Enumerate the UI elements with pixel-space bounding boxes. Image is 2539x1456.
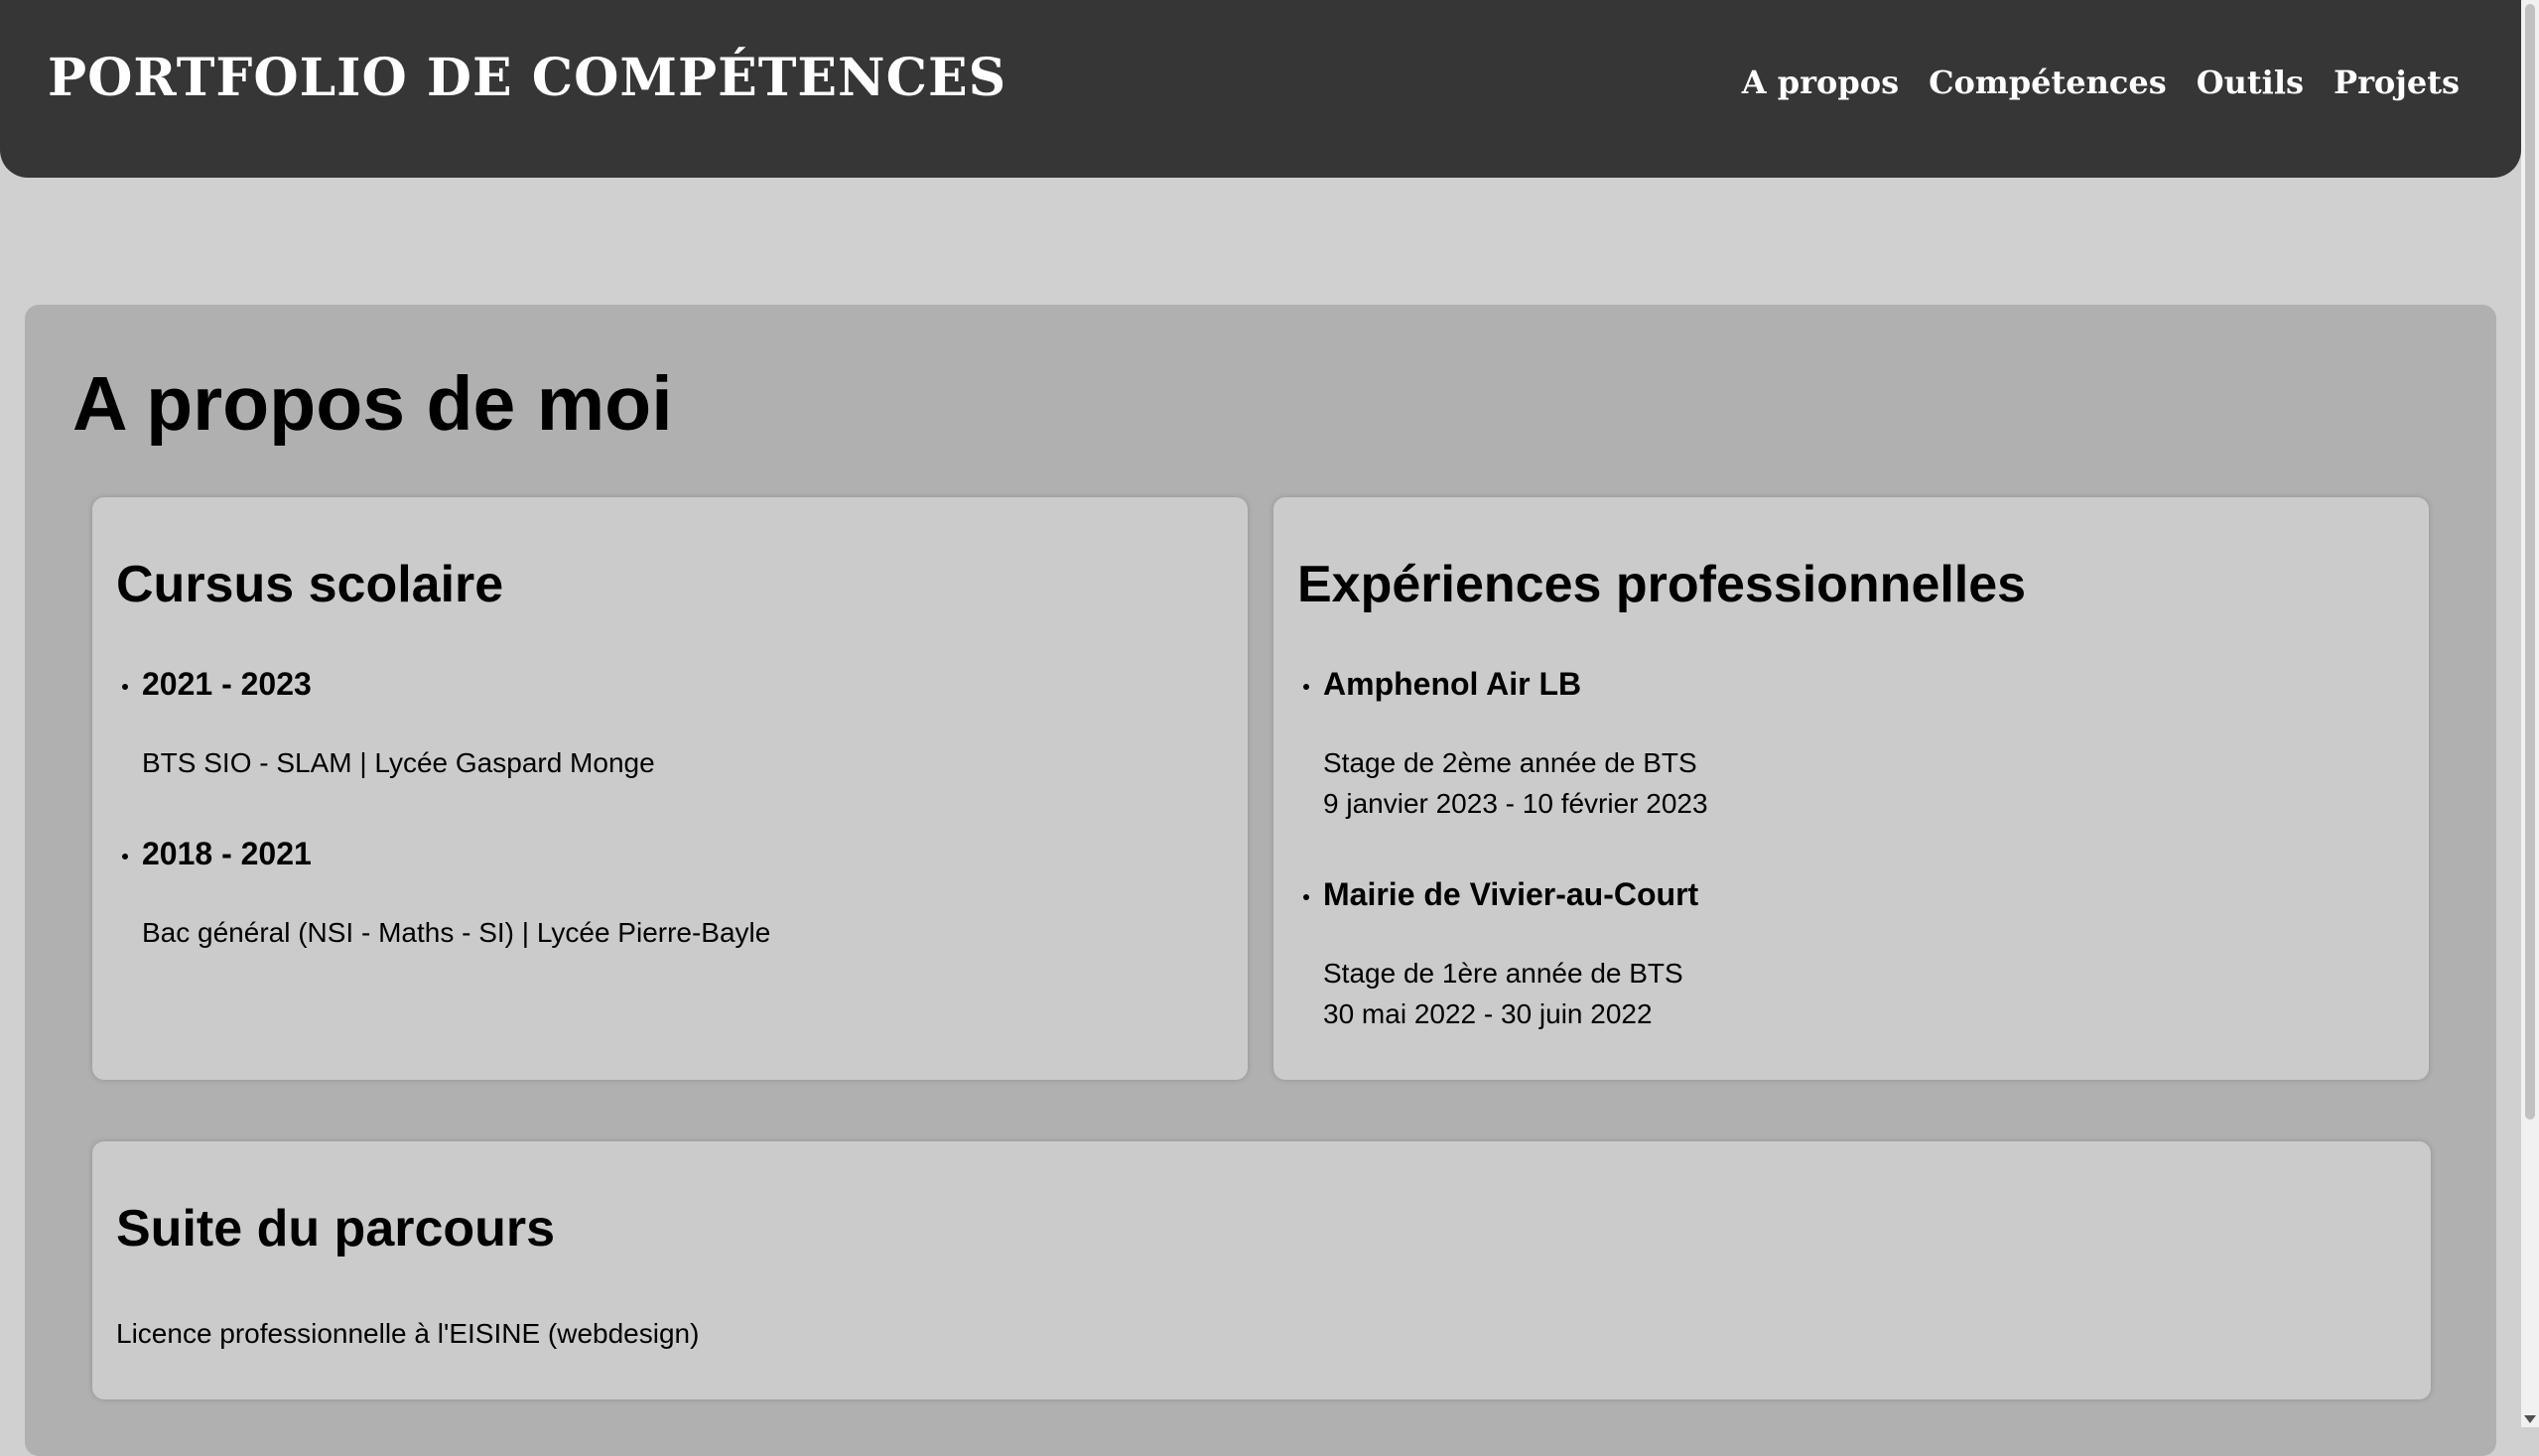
- education-detail: Bac général (NSI - Maths - SI) | Lycée P…: [142, 917, 771, 948]
- site-header: PORTFOLIO DE COMPÉTENCES A propos Compét…: [0, 0, 2521, 178]
- experience-card: Expériences professionnelles Amphenol Ai…: [1273, 497, 2429, 1080]
- experience-role: Stage de 1ère année de BTS: [1323, 958, 1683, 989]
- nav-link-a-propos[interactable]: A propos: [1742, 64, 1899, 101]
- education-years: 2018 - 2021: [142, 836, 312, 871]
- nav-link-outils[interactable]: Outils: [2197, 64, 2304, 101]
- education-card: Cursus scolaire 2021 - 2023 BTS SIO - SL…: [92, 497, 1248, 1080]
- scrollbar-thumb[interactable]: [2525, 4, 2535, 1120]
- education-years-heading: 2021 - 2023: [122, 666, 655, 703]
- education-detail: BTS SIO - SLAM | Lycée Gaspard Monge: [142, 747, 655, 778]
- experience-entry: Mairie de Vivier-au-Court Stage de 1ère …: [1303, 876, 1699, 1034]
- next-steps-title: Suite du parcours: [116, 1200, 556, 1257]
- education-entry: 2018 - 2021 Bac général (NSI - Maths - S…: [122, 836, 771, 953]
- experience-dates: 9 janvier 2023 - 10 février 2023: [1323, 788, 1708, 819]
- education-years-heading: 2018 - 2021: [122, 836, 770, 872]
- experience-entry: Amphenol Air LB Stage de 2ème année de B…: [1303, 666, 1708, 824]
- bullet-icon: [1303, 684, 1309, 690]
- education-entry: 2021 - 2023 BTS SIO - SLAM | Lycée Gaspa…: [122, 666, 655, 783]
- next-steps-card: Suite du parcours Licence professionnell…: [92, 1141, 2431, 1399]
- bullet-icon: [122, 684, 128, 690]
- next-steps-text: Licence professionnelle à l'EISINE (webd…: [116, 1318, 700, 1349]
- experience-company-heading: Amphenol Air LB: [1303, 666, 1708, 703]
- bullet-icon: [1303, 894, 1309, 900]
- experience-dates: 30 mai 2022 - 30 juin 2022: [1323, 998, 1653, 1029]
- vertical-scrollbar[interactable]: [2521, 0, 2539, 1427]
- experience-title: Expériences professionnelles: [1297, 556, 2027, 613]
- experience-company: Mairie de Vivier-au-Court: [1323, 876, 1699, 912]
- education-title: Cursus scolaire: [116, 556, 504, 613]
- scroll-down-arrow-icon[interactable]: [2524, 1415, 2536, 1423]
- nav-link-projets[interactable]: Projets: [2334, 64, 2460, 101]
- bullet-icon: [122, 854, 128, 860]
- experience-company: Amphenol Air LB: [1323, 666, 1582, 702]
- experience-role: Stage de 2ème année de BTS: [1323, 747, 1697, 778]
- about-section: A propos de moi Cursus scolaire 2021 - 2…: [25, 305, 2496, 1456]
- site-title: PORTFOLIO DE COMPÉTENCES: [48, 48, 1007, 108]
- experience-company-heading: Mairie de Vivier-au-Court: [1303, 876, 1699, 913]
- main-nav: A propos Compétences Outils Projets: [1742, 64, 2460, 101]
- education-years: 2021 - 2023: [142, 666, 312, 702]
- section-title: A propos de moi: [72, 361, 673, 447]
- nav-link-competences[interactable]: Compétences: [1929, 64, 2167, 101]
